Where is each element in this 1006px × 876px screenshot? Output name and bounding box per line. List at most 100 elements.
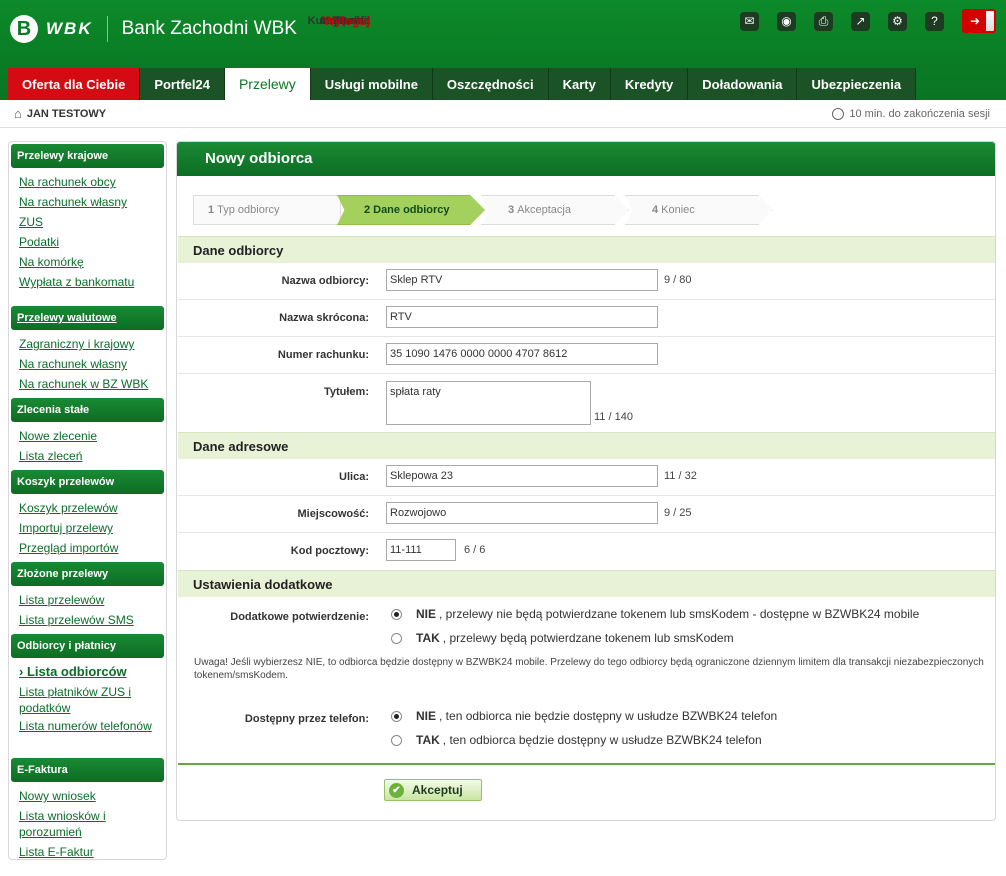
city-input[interactable]: Rozwojowo: [386, 502, 658, 524]
sidebar-item-podatki[interactable]: Podatki: [19, 232, 164, 252]
row-nazwa-odbiorcy: Nazwa odbiorcy: Sklep RTV 9 / 80: [178, 263, 995, 300]
logo[interactable]: B WBK Bank Zachodni WBK: [10, 14, 297, 44]
sidebar-head-przelewy-krajowe[interactable]: Przelewy krajowe: [11, 144, 164, 168]
sidebar-item-lista-zlecen[interactable]: Lista zleceń: [19, 446, 164, 466]
sidebar-item-zagraniczny-i-krajowy[interactable]: Zagraniczny i krajowy: [19, 334, 164, 354]
sidebar-item-lista-przelewow-sms[interactable]: Lista przelewów SMS: [19, 610, 164, 630]
topnav-kursy-walut[interactable]: ↗ Kursy walut: [308, 11, 876, 31]
sidebar-item-na-rachunek-w-bz-wbk[interactable]: Na rachunek w BZ WBK: [19, 374, 164, 394]
step-akceptacja: 3 Akceptacja: [481, 195, 629, 225]
section-ustawienia-dodatkowe: Ustawienia dodatkowe: [178, 570, 995, 597]
sidebar-item-nowe-zlecenie[interactable]: Nowe zlecenie: [19, 426, 164, 446]
sidebar-item-nowy-wniosek[interactable]: Nowy wniosek: [19, 786, 164, 806]
tab-ubezpieczenia[interactable]: Ubezpieczenia: [797, 68, 917, 100]
logo-text: WBK: [46, 19, 93, 38]
tab-oszczednosci[interactable]: Oszczędności: [432, 68, 549, 100]
topnav-moj-profil[interactable]: ⚙ Mój profil: [321, 11, 913, 31]
title-textarea[interactable]: spłata raty: [386, 381, 591, 425]
new-recipient-panel: Nowy odbiorca 1 Typ odbiorcy 2 Dane odbior…: [176, 141, 996, 821]
tab-doladowania[interactable]: Doładowania: [688, 68, 798, 100]
sidebar-head-zlozone-przelewy[interactable]: Złożone przelewy: [11, 562, 164, 586]
row-numer-rachunku: Numer rachunku: 35 1090 1476 0000 0000 4…: [178, 337, 995, 374]
chart-icon: ↗: [851, 11, 870, 31]
sidebar-head-zlecenia-stale[interactable]: Zlecenia stałe: [11, 398, 164, 422]
demo-icon: ◉: [777, 11, 796, 31]
sidebar-head-przelewy-walutowe[interactable]: Przelewy walutowe: [11, 306, 164, 330]
sidebar-head-e-faktura[interactable]: E-Faktura: [11, 758, 164, 782]
wizard-steps: 1 Typ odbiorcy 2 Dane odbiorcy 3 Akceptacja…: [193, 195, 773, 225]
user-bar: ⌂ JAN TESTOWY 10 min. do zakończenia sesj…: [0, 100, 1006, 128]
logout-icon: ➜: [964, 11, 986, 31]
tab-portfel24[interactable]: Portfel24: [140, 68, 225, 100]
radio-checked[interactable]: [391, 608, 402, 620]
topnav-pomoc[interactable]: ? Pomoc: [333, 11, 950, 31]
gear-icon: ⚙: [888, 11, 907, 31]
short-name-input[interactable]: RTV: [386, 306, 658, 328]
accept-button[interactable]: ✔ Akceptuj: [384, 779, 482, 801]
section-dane-adresowe: Dane adresowe: [178, 432, 995, 459]
phone-option-nie[interactable]: NIE, ten odbiorca nie będzie dostępny w …: [391, 709, 777, 723]
main-tabs: Oferta dla Ciebie Portfel24 Przelewy Usł…: [8, 68, 917, 100]
label-dostepny-przez-telefon: Dostępny przez telefon:: [244, 713, 369, 725]
label-kod-pocztowy: Kod pocztowy:: [290, 545, 369, 557]
title-counter: 11 / 140: [594, 411, 633, 423]
sidebar-item-na-rachunek-obcy[interactable]: Na rachunek obcy: [19, 172, 164, 192]
sidebar-item-lista-platnikow[interactable]: Lista płatników ZUS i podatków: [19, 684, 164, 716]
sidebar-head-koszyk-przelewow[interactable]: Koszyk przelewów: [11, 470, 164, 494]
street-input[interactable]: Sklepowa 23: [386, 465, 658, 487]
label-numer-rachunku: Numer rachunku:: [277, 349, 369, 361]
step-typ-odbiorcy: 1 Typ odbiorcy: [193, 195, 341, 225]
confirm-option-nie[interactable]: NIE, przelewy nie będą potwierdzane toke…: [391, 607, 919, 621]
sidebar-item-lista-odbiorcow[interactable]: Lista odbiorców: [19, 662, 164, 682]
help-icon: ?: [925, 11, 944, 31]
sidebar-item-przeglad-importow[interactable]: Przegląd importów: [19, 538, 164, 558]
sidebar-item-importuj-przelewy[interactable]: Importuj przelewy: [19, 518, 164, 538]
sidebar-item-lista-numerow-telefonow[interactable]: Lista numerów telefonów: [19, 718, 164, 734]
topnav-poczta[interactable]: ✉ Poczta: [335, 11, 765, 31]
sidebar-item-walutowy-na-rachunek-wlasny[interactable]: Na rachunek własny: [19, 354, 164, 374]
row-nazwa-skrocona: Nazwa skrócona: RTV: [178, 300, 995, 337]
street-counter: 11 / 32: [664, 470, 697, 482]
zip-code-counter: 6 / 6: [464, 544, 486, 556]
sidebar-head-odbiorcy-i-platnicy[interactable]: Odbiorcy i płatnicy: [11, 634, 164, 658]
tab-karty[interactable]: Karty: [548, 68, 611, 100]
label-ulica: Ulica:: [339, 471, 369, 483]
sidebar: Przelewy krajowe Na rachunek obcy Na rac…: [8, 141, 167, 860]
tab-kredyty[interactable]: Kredyty: [610, 68, 689, 100]
sidebar-item-lista-przelewow[interactable]: Lista przelewów: [19, 590, 164, 610]
label-tytulem: Tytułem:: [323, 386, 369, 398]
page-title: Nowy odbiorca: [177, 142, 995, 176]
recipient-name-counter: 9 / 80: [664, 274, 692, 286]
radio-unchecked[interactable]: [391, 734, 402, 746]
home-icon: ⌂: [14, 106, 22, 121]
tab-przelewy[interactable]: Przelewy: [224, 68, 311, 100]
topnav-demo[interactable]: ◉ Demo: [339, 11, 802, 31]
sidebar-item-zus[interactable]: ZUS: [19, 212, 164, 232]
radio-unchecked[interactable]: [391, 632, 402, 644]
recipient-name-input[interactable]: Sklep RTV: [386, 269, 658, 291]
radio-checked[interactable]: [391, 710, 402, 722]
sidebar-item-lista-e-faktur[interactable]: Lista E-Faktur: [19, 842, 164, 862]
confirm-option-tak[interactable]: TAK, przelewy będą potwierdzane tokenem …: [391, 631, 734, 645]
step-dane-odbiorcy: 2 Dane odbiorcy: [337, 195, 485, 225]
tab-uslugi-mobilne[interactable]: Usługi mobilne: [310, 68, 433, 100]
session-timer: 10 min. do zakończenia sesji: [832, 107, 990, 120]
sidebar-item-na-rachunek-wlasny[interactable]: Na rachunek własny: [19, 192, 164, 212]
logout-button[interactable]: ➜ Wyloguj: [324, 9, 996, 33]
clock-icon: [832, 107, 845, 120]
step-koniec: 4 Koniec: [625, 195, 773, 225]
sidebar-item-koszyk-przelewow[interactable]: Koszyk przelewów: [19, 498, 164, 518]
row-tytulem: Tytułem: spłata raty 11 / 140: [178, 374, 995, 435]
sidebar-item-lista-wnioskow[interactable]: Lista wniosków i porozumień: [19, 808, 164, 840]
label-nazwa-skrocona: Nazwa skrócona:: [279, 312, 369, 324]
account-number-input[interactable]: 35 1090 1476 0000 0000 4707 8612: [386, 343, 658, 365]
tab-oferta[interactable]: Oferta dla Ciebie: [8, 68, 141, 100]
label-dodatkowe-potwierdzenie: Dodatkowe potwierdzenie:: [230, 611, 369, 623]
sidebar-item-wyplata-z-bankomatu[interactable]: Wypłata z bankomatu: [19, 272, 164, 292]
city-counter: 9 / 25: [664, 507, 692, 519]
zip-code-input[interactable]: 11-111: [386, 539, 456, 561]
user-name: ⌂ JAN TESTOWY: [14, 106, 107, 121]
phone-option-tak[interactable]: TAK, ten odbiorca będzie dostępny w usłu…: [391, 733, 762, 747]
topnav-drukuj[interactable]: ⎙ Drukuj: [335, 11, 839, 31]
sidebar-item-na-komorke[interactable]: Na komórkę: [19, 252, 164, 272]
